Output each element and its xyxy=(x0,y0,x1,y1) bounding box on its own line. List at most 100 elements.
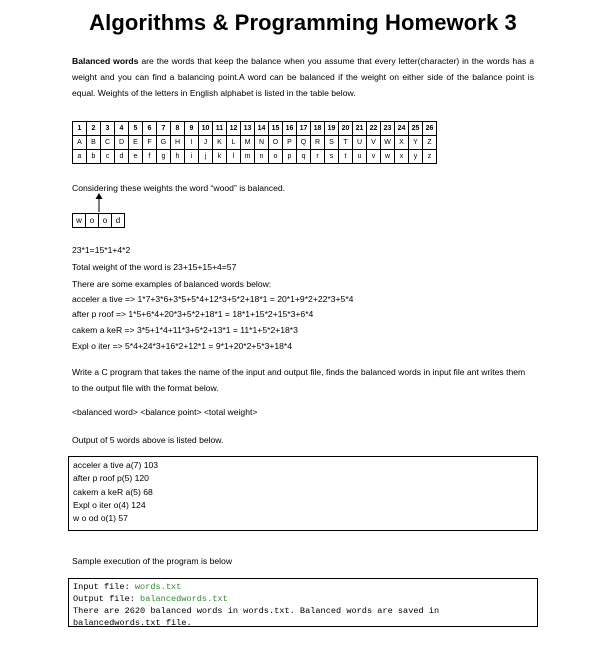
weight-upper-cell: S xyxy=(324,135,339,150)
weight-upper-cell: J xyxy=(198,135,213,150)
weight-upper-cell: Q xyxy=(296,135,311,150)
sample-result-line: balancedwords.txt file. xyxy=(73,618,192,628)
sample-output-label: Output file: xyxy=(73,594,141,604)
weights-row-lowercase: abcdefghijklmnopqrstuvwxyz xyxy=(72,149,437,164)
output-line: w o od o(1) 57 xyxy=(73,513,128,524)
wood-letter-boxes: wood xyxy=(72,213,125,228)
weight-lower-cell: r xyxy=(310,149,325,164)
weight-lower-cell: i xyxy=(184,149,199,164)
weight-upper-cell: F xyxy=(142,135,157,150)
letter-weights-table: 1 2 3 4 5 6 7 8 9 10 11 12 13 14 15 16 17 18 19 20 21 22 23 24 2… xyxy=(72,121,437,164)
weight-upper-cell: U xyxy=(352,135,367,150)
weight-upper-cell: H xyxy=(170,135,185,150)
weight-number-cell: 25 xyxy=(408,121,423,136)
weight-number-cell: 18 xyxy=(310,121,325,136)
weight-number-cell: 5 xyxy=(128,121,143,136)
weight-upper-cell: Z xyxy=(422,135,437,150)
weight-number-cell: 16 xyxy=(282,121,297,136)
weight-number-cell: 23 xyxy=(380,121,395,136)
weight-upper-cell: L xyxy=(226,135,241,150)
weight-number-cell: 9 xyxy=(184,121,199,136)
weight-upper-cell: W xyxy=(380,135,395,150)
output-line: Expl o iter o(4) 124 xyxy=(73,499,146,510)
balance-point-arrow-icon xyxy=(95,193,103,212)
weight-upper-cell: O xyxy=(268,135,283,150)
calc-balance: 23*1=15*1+4*2 xyxy=(72,245,131,255)
weight-number-cell: 6 xyxy=(142,121,157,136)
weight-upper-cell: D xyxy=(114,135,129,150)
weight-lower-cell: m xyxy=(240,149,255,164)
weight-lower-cell: o xyxy=(268,149,283,164)
weight-number-cell: 13 xyxy=(240,121,255,136)
output-format: <balanced word> <balance point> <total w… xyxy=(72,407,258,417)
weight-number-cell: 24 xyxy=(394,121,409,136)
weight-number-cell: 7 xyxy=(156,121,171,136)
example-line: Expl o iter => 5*4+24*3+16*2+12*1 = 9*1+… xyxy=(72,341,293,351)
sample-input-value: words.txt xyxy=(134,582,182,592)
weight-lower-cell: e xyxy=(128,149,143,164)
output-intro: Output of 5 words above is listed below. xyxy=(72,435,224,445)
weight-lower-cell: b xyxy=(86,149,101,164)
weights-row-uppercase: ABCDEFGHIJKLMNOPQRSTUVWXYZ xyxy=(72,135,437,150)
weight-number-cell: 12 xyxy=(226,121,241,136)
weight-lower-cell: t xyxy=(338,149,353,164)
page-title: Algorithms & Programming Homework 3 xyxy=(89,10,517,35)
weight-lower-cell: x xyxy=(394,149,409,164)
weight-number-cell: 3 xyxy=(100,121,115,136)
weight-number-cell: 1 xyxy=(72,121,87,136)
sample-result-line: There are 2620 balanced words in words.t… xyxy=(73,606,440,616)
weight-upper-cell: K xyxy=(212,135,227,150)
weight-upper-cell: T xyxy=(338,135,353,150)
wood-letter-box: w xyxy=(72,213,86,228)
weight-number-cell: 2 xyxy=(86,121,101,136)
weight-number-cell: 22 xyxy=(366,121,381,136)
example-line: after p roof => 1*5+6*4+20*3+5*2+18*1 = … xyxy=(72,309,314,319)
weight-upper-cell: I xyxy=(184,135,199,150)
weight-number-cell: 19 xyxy=(324,121,339,136)
weight-lower-cell: a xyxy=(72,149,87,164)
sample-input-line: Input file: words.txt xyxy=(73,581,537,593)
weight-number-cell: 14 xyxy=(254,121,269,136)
sample-output-line: Output file: balancedwords.txt xyxy=(73,593,537,605)
weight-number-cell: 10 xyxy=(198,121,213,136)
weight-lower-cell: h xyxy=(170,149,185,164)
weight-number-cell: 8 xyxy=(170,121,185,136)
weight-number-cell: 20 xyxy=(338,121,353,136)
weight-upper-cell: M xyxy=(240,135,255,150)
example-line: acceler a tive => 1*7+3*6+3*5+5*4+12*3+5… xyxy=(72,294,354,304)
weight-upper-cell: P xyxy=(282,135,297,150)
weight-upper-cell: V xyxy=(366,135,381,150)
weight-lower-cell: g xyxy=(156,149,171,164)
weight-lower-cell: d xyxy=(114,149,129,164)
weight-upper-cell: B xyxy=(86,135,101,150)
weight-upper-cell: A xyxy=(72,135,87,150)
weight-upper-cell: X xyxy=(394,135,409,150)
weight-lower-cell: s xyxy=(324,149,339,164)
sample-output-value: balancedwords.txt xyxy=(140,594,228,604)
weight-upper-cell: Y xyxy=(408,135,423,150)
weight-number-cell: 17 xyxy=(296,121,311,136)
weight-lower-cell: w xyxy=(380,149,395,164)
output-listing-box: acceler a tive a(7) 103 after p roof p(5… xyxy=(68,456,538,531)
weight-lower-cell: c xyxy=(100,149,115,164)
weight-number-cell: 4 xyxy=(114,121,129,136)
weight-lower-cell: n xyxy=(254,149,269,164)
wood-letter-box: o xyxy=(98,213,112,228)
weight-upper-cell: N xyxy=(254,135,269,150)
task-description: Write a C program that takes the name of… xyxy=(72,367,526,393)
weight-lower-cell: y xyxy=(408,149,423,164)
weight-upper-cell: C xyxy=(100,135,115,150)
examples-intro: There are some examples of balanced word… xyxy=(72,279,272,289)
sample-intro: Sample execution of the program is below xyxy=(72,556,233,566)
sample-input-label: Input file: xyxy=(73,582,135,592)
wood-letter-box: o xyxy=(85,213,99,228)
weights-row-numbers: 1 2 3 4 5 6 7 8 9 10 11 12 13 14 15 16 17 18 19 20 21 22 23 24 2… xyxy=(72,121,437,136)
intro-text: are the words that keep the balance when… xyxy=(72,56,534,98)
output-line: after p roof p(5) 120 xyxy=(73,473,149,484)
weight-lower-cell: f xyxy=(142,149,157,164)
output-line: acceler a tive a(7) 103 xyxy=(73,460,159,470)
weight-number-cell: 26 xyxy=(422,121,437,136)
output-line: cakem a keR a(5) 68 xyxy=(73,486,153,497)
weight-lower-cell: p xyxy=(282,149,297,164)
example-line: cakem a keR => 3*5+1*4+11*3+5*2+13*1 = 1… xyxy=(72,325,298,335)
